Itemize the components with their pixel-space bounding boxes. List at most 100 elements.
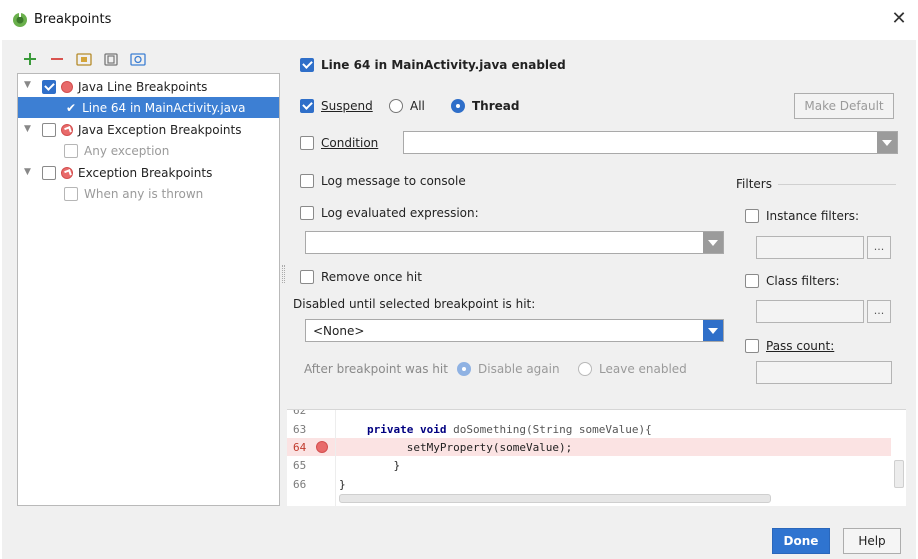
checkbox-icon[interactable]: [300, 99, 314, 113]
breakpoints-tree[interactable]: ▼ Java Line Breakpoints ✔ Line 64 in Mai…: [17, 73, 280, 506]
checkbox-icon[interactable]: [745, 209, 759, 223]
chevron-down-icon[interactable]: [877, 132, 897, 153]
class-filters-browse-button[interactable]: ...: [867, 300, 891, 323]
radio-label: All: [410, 99, 425, 113]
remove-once-hit-checkbox[interactable]: Remove once hit: [300, 270, 422, 284]
code-preview[interactable]: 62 63 64 65 66 private void doSomething(…: [287, 409, 906, 506]
group-by-file-icon[interactable]: [102, 50, 120, 68]
help-button[interactable]: Help: [843, 528, 901, 554]
make-default-button[interactable]: Make Default: [794, 93, 894, 119]
vertical-scrollbar[interactable]: [894, 460, 904, 488]
remove-icon[interactable]: [48, 50, 66, 68]
checkbox-icon[interactable]: [64, 143, 78, 158]
checkbox-icon[interactable]: [64, 186, 78, 201]
instance-filters-checkbox[interactable]: Instance filters:: [745, 209, 859, 223]
instance-filters-field[interactable]: [756, 236, 864, 259]
code-text: doSomething(String someValue){: [446, 423, 652, 436]
condition-combo[interactable]: [403, 131, 898, 154]
window-title: Breakpoints: [34, 12, 112, 27]
code-line-65: }: [367, 459, 401, 472]
class-filters-field[interactable]: [756, 300, 864, 323]
radio-label: Leave enabled: [599, 362, 687, 376]
pass-count-checkbox[interactable]: Pass count:: [745, 339, 834, 353]
line-number: 63: [293, 423, 307, 436]
checkbox-icon[interactable]: [42, 165, 56, 180]
radio-label: Disable again: [478, 362, 560, 376]
checkbox-icon[interactable]: [42, 79, 56, 94]
code-line-66: }: [339, 478, 346, 491]
radio-icon[interactable]: [389, 99, 403, 113]
enabled-checkbox[interactable]: Line 64 in MainActivity.java enabled: [300, 58, 566, 72]
details-header: Line 64 in MainActivity.java enabled: [321, 58, 566, 72]
expand-arrow-icon[interactable]: ▼: [24, 167, 31, 177]
line-number: 62: [293, 409, 307, 417]
tree-item-label: When any is thrown: [84, 186, 204, 201]
expand-arrow-icon[interactable]: ▼: [24, 124, 31, 134]
tree-group-label: Exception Breakpoints: [78, 165, 213, 180]
line-number: 64: [293, 441, 307, 454]
radio-label: Thread: [472, 99, 520, 113]
suspend-thread-radio[interactable]: Thread: [451, 99, 519, 113]
tree-item-label: Line 64 in MainActivity.java: [82, 100, 246, 115]
code-line-63: private void doSomething(String someValu…: [367, 423, 652, 436]
checkbox-icon[interactable]: [300, 58, 314, 72]
log-expression-checkbox[interactable]: Log evaluated expression:: [300, 206, 479, 220]
suspend-all-radio[interactable]: All: [389, 99, 425, 113]
radio-icon[interactable]: [457, 362, 471, 376]
code-line-64: setMyProperty(someValue);: [367, 441, 573, 454]
tree-group-java-exception[interactable]: Java Exception Breakpoints: [42, 119, 241, 140]
log-expression-label: Log evaluated expression:: [321, 206, 479, 220]
tree-group-exception[interactable]: Exception Breakpoints: [42, 162, 212, 183]
chevron-down-icon[interactable]: [703, 232, 723, 253]
checkbox-icon[interactable]: [300, 270, 314, 284]
suspend-checkbox[interactable]: Suspend: [300, 99, 373, 113]
chevron-down-icon[interactable]: [703, 320, 723, 341]
disabled-until-combo[interactable]: <None>: [305, 319, 724, 342]
checkbox-icon[interactable]: [300, 206, 314, 220]
tree-item-when-thrown[interactable]: When any is thrown: [64, 183, 203, 204]
checkbox-icon[interactable]: [42, 122, 56, 137]
breakpoint-icon: [61, 80, 73, 93]
code-keyword: private void: [367, 423, 447, 436]
group-by-package-icon[interactable]: [75, 50, 93, 68]
line-number: 66: [293, 478, 307, 491]
instance-filters-browse-button[interactable]: ...: [867, 236, 891, 259]
radio-icon[interactable]: [451, 99, 465, 113]
combo-value: <None>: [313, 324, 365, 338]
tree-item-label: Any exception: [84, 143, 170, 158]
checkbox-icon[interactable]: [300, 136, 314, 150]
tree-group-java-line[interactable]: Java Line Breakpoints: [42, 76, 207, 97]
done-button[interactable]: Done: [772, 528, 830, 554]
disabled-until-label: Disabled until selected breakpoint is hi…: [293, 297, 536, 311]
checkbox-icon[interactable]: [300, 174, 314, 188]
filters-separator: [778, 184, 896, 185]
filters-title: Filters: [736, 177, 772, 191]
radio-icon[interactable]: [578, 362, 592, 376]
breakpoint-icon[interactable]: [316, 441, 328, 453]
tree-item-line64[interactable]: ✔ Line 64 in MainActivity.java: [18, 97, 279, 118]
condition-checkbox[interactable]: Condition: [300, 136, 378, 150]
gutter-divider: [335, 410, 336, 506]
splitter-handle[interactable]: [282, 265, 285, 283]
disable-again-radio[interactable]: Disable again: [457, 362, 560, 376]
expand-arrow-icon[interactable]: ▼: [24, 80, 31, 90]
instance-filters-label: Instance filters:: [766, 209, 860, 223]
exception-breakpoint-icon: [61, 166, 73, 179]
log-message-checkbox[interactable]: Log message to console: [300, 174, 466, 188]
checkbox-icon[interactable]: [745, 274, 759, 288]
horizontal-scrollbar[interactable]: [339, 494, 771, 503]
leave-enabled-radio[interactable]: Leave enabled: [578, 362, 687, 376]
checkbox-icon[interactable]: [745, 339, 759, 353]
group-by-class-icon[interactable]: [129, 50, 147, 68]
class-filters-label: Class filters:: [766, 274, 840, 288]
tree-item-any-exception[interactable]: Any exception: [64, 140, 169, 161]
class-filters-checkbox[interactable]: Class filters:: [745, 274, 840, 288]
log-expression-combo[interactable]: [305, 231, 724, 254]
close-icon[interactable]: ✕: [888, 8, 910, 30]
tree-group-label: Java Line Breakpoints: [78, 79, 208, 94]
pass-count-field[interactable]: [756, 361, 892, 384]
check-mark-icon: ✔: [66, 100, 77, 115]
title-bar: [0, 0, 918, 40]
line-number: 65: [293, 459, 307, 472]
add-icon[interactable]: [21, 50, 39, 68]
